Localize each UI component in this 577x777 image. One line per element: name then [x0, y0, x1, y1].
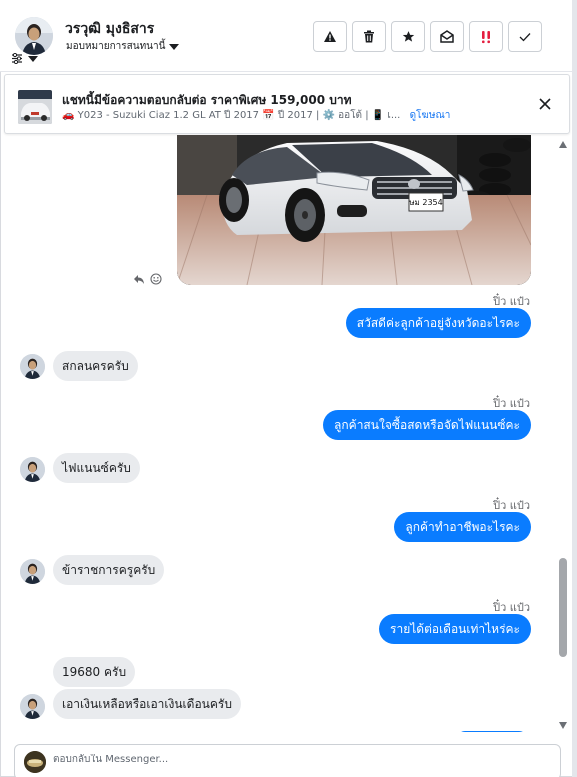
- reply-input[interactable]: [53, 754, 533, 765]
- mark-done-button[interactable]: [508, 21, 542, 52]
- chevron-down-icon: [28, 55, 38, 62]
- mark-unread-button[interactable]: [430, 21, 464, 52]
- reply-icon[interactable]: [133, 274, 145, 285]
- ad-subtitle: 🚗 Y023 - Suzuki Ciaz 1.2 GL AT ปี 2017 📅…: [62, 108, 450, 123]
- message-outgoing[interactable]: สวัสดีค่ะลูกค้าอยู่จังหวัดอะไรคะ: [345, 308, 531, 338]
- ad-description: 🚗 Y023 - Suzuki Ciaz 1.2 GL AT ปี 2017 📅…: [62, 110, 401, 121]
- contact-avatar-small[interactable]: [20, 354, 45, 379]
- done-check-icon: [519, 32, 531, 41]
- contact-name[interactable]: วรวุฒิ มุงธิสาร: [65, 18, 154, 40]
- message-incoming[interactable]: 19680 ครับ: [53, 657, 136, 687]
- conversation-header: วรวุฒิ มุงธิสาร มอบหมายการสนทนานี้: [0, 0, 572, 72]
- mark-unread-icon: [440, 30, 454, 43]
- ad-thumbnail[interactable]: [18, 90, 52, 124]
- filter-menu-button[interactable]: [11, 53, 38, 64]
- assign-conversation-dropdown[interactable]: มอบหมายการสนทนานี้: [66, 39, 180, 54]
- emoji-reaction-icon[interactable]: [150, 273, 162, 285]
- contact-avatar-small[interactable]: [20, 559, 45, 584]
- attachment-actions: [133, 273, 162, 285]
- license-plate: ษม 2354: [409, 198, 442, 207]
- message-thread[interactable]: ษม 2354 ปิ๋ว แป๋ว สวัสดีค่ะลูกค้าอยู่จัง…: [0, 135, 572, 732]
- close-icon[interactable]: [538, 97, 552, 111]
- message-incoming[interactable]: สกลนครครับ: [53, 351, 138, 381]
- scrollbar-thumb[interactable]: [559, 558, 567, 657]
- sliders-icon: [12, 53, 22, 64]
- message-outgoing-partial: [457, 731, 527, 732]
- car-photo-attachment[interactable]: ษม 2354: [177, 135, 531, 285]
- conversation-actions: [313, 21, 542, 52]
- contact-avatar[interactable]: [15, 17, 53, 55]
- star-button[interactable]: [391, 21, 425, 52]
- delete-button[interactable]: [352, 21, 386, 52]
- spam-button[interactable]: [313, 21, 347, 52]
- contact-avatar-small[interactable]: [20, 694, 45, 719]
- message-outgoing[interactable]: ลูกค้าทำอาชีพอะไรคะ: [394, 512, 531, 542]
- view-ad-link[interactable]: ดูโฆษณา: [410, 110, 451, 121]
- star-icon: [402, 31, 414, 42]
- message-outgoing[interactable]: ลูกค้าสนใจซื้อสดหรือจัดไฟแนนซ์คะ: [323, 410, 531, 440]
- scroll-down-arrow-icon[interactable]: [559, 722, 567, 729]
- assign-label: มอบหมายการสนทนานี้: [66, 41, 166, 52]
- message-incoming[interactable]: เอาเงินเหลือหรือเอาเงินเดือนครับ: [53, 689, 241, 719]
- contact-avatar-small[interactable]: [20, 457, 45, 482]
- spam-icon: [324, 31, 336, 42]
- message-outgoing[interactable]: รายได้ต่อเดือนเท่าไหร่คะ: [379, 614, 531, 644]
- panel-edge: [572, 0, 577, 777]
- trash-icon: [364, 30, 374, 43]
- chevron-down-icon: [169, 43, 180, 50]
- ad-reply-banner: แชทนี้มีข้อความตอบกลับต่อ ราคาพิเศษ 159,…: [4, 74, 570, 134]
- follow-up-icon: [482, 30, 490, 43]
- message-incoming[interactable]: ข้าราชการครูครับ: [53, 555, 165, 585]
- reply-composer: [14, 744, 561, 777]
- follow-up-button[interactable]: [469, 21, 503, 52]
- page-avatar: [24, 751, 46, 773]
- scroll-up-arrow-icon[interactable]: [559, 141, 567, 148]
- message-incoming[interactable]: ไฟแนนซ์ครับ: [53, 453, 140, 483]
